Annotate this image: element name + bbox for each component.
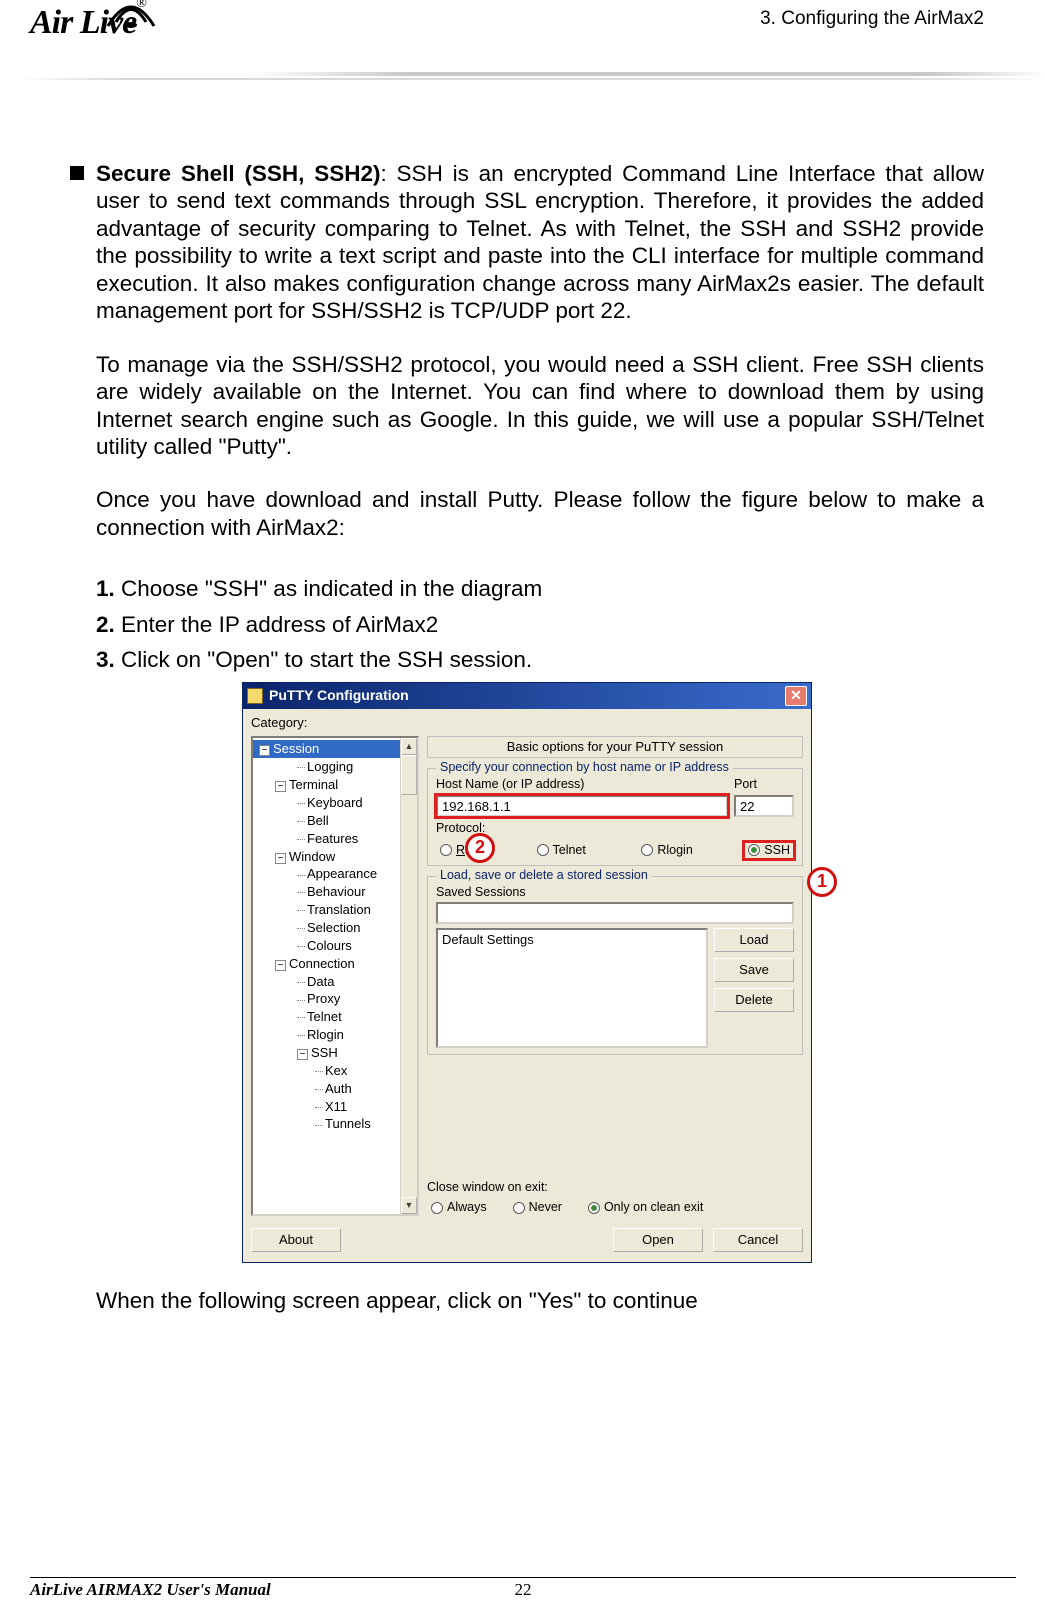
group-sessions: Load, save or delete a stored session Sa… [427, 876, 803, 1055]
page-header: 3. Configuring the AirMax2 Air Live® [0, 0, 1046, 130]
bullet-title: Secure Shell (SSH, SSH2) [96, 161, 381, 186]
putty-body: Category: −Session Logging −Terminal Key… [243, 709, 811, 1263]
tree-translation[interactable]: Translation [253, 901, 417, 919]
after-figure-text: When the following screen appear, click … [96, 1287, 984, 1314]
delete-button[interactable]: Delete [714, 988, 794, 1012]
saved-session-input[interactable] [436, 902, 794, 924]
session-default[interactable]: Default Settings [442, 932, 702, 948]
tree-bell[interactable]: Bell [253, 812, 417, 830]
tree-session[interactable]: −Session [253, 740, 417, 758]
page-footer: AirLive AIRMAX2 User's Manual 22 [30, 1577, 1016, 1600]
tree-data[interactable]: Data [253, 973, 417, 991]
antenna-icon [96, 0, 166, 32]
paragraph-2: To manage via the SSH/SSH2 protocol, you… [96, 351, 984, 461]
tree-keyboard[interactable]: Keyboard [253, 794, 417, 812]
close-button[interactable]: ✕ [785, 686, 807, 706]
tree-x11[interactable]: X11 [253, 1098, 417, 1116]
tree-auth[interactable]: Auth [253, 1080, 417, 1098]
bullet-item: Secure Shell (SSH, SSH2): SSH is an encr… [70, 160, 984, 325]
scroll-down-button[interactable]: ▼ [401, 1197, 417, 1214]
tree-window[interactable]: −Window [253, 848, 417, 866]
paragraph-3: Once you have download and install Putty… [96, 486, 984, 541]
tree-logging[interactable]: Logging [253, 758, 417, 776]
tree-ssh[interactable]: −SSH [253, 1044, 417, 1062]
tree-appearance[interactable]: Appearance [253, 865, 417, 883]
host-label: Host Name (or IP address) [436, 777, 728, 792]
port-input[interactable]: 22 [734, 795, 794, 817]
cancel-button[interactable]: Cancel [713, 1228, 803, 1252]
tree-features[interactable]: Features [253, 830, 417, 848]
radio-always[interactable]: Always [427, 1199, 491, 1216]
radio-clean[interactable]: Only on clean exit [584, 1199, 707, 1216]
exit-label: Close window on exit: [427, 1180, 803, 1195]
category-label: Category: [251, 715, 803, 731]
tree-kex[interactable]: Kex [253, 1062, 417, 1080]
putty-window: PuTTY Configuration ✕ Category: −Session… [242, 682, 812, 1264]
steps-list: 1. Choose "SSH" as indicated in the diag… [96, 575, 984, 673]
header-divider [250, 72, 1046, 76]
scroll-up-button[interactable]: ▲ [401, 738, 417, 755]
callout-2: 2 [465, 833, 495, 863]
putty-icon [247, 688, 263, 704]
brand-logo: Air Live® [30, 4, 147, 42]
header-divider-2 [20, 78, 1046, 80]
category-tree[interactable]: −Session Logging −Terminal Keyboard Bell… [251, 736, 419, 1216]
radio-ssh[interactable]: SSH [744, 842, 794, 859]
tree-behaviour[interactable]: Behaviour [253, 883, 417, 901]
tree-proxy[interactable]: Proxy [253, 990, 417, 1008]
chapter-title: 3. Configuring the AirMax2 [760, 8, 984, 30]
scroll-thumb[interactable] [401, 755, 417, 795]
options-pane: Basic options for your PuTTY session Spe… [427, 736, 803, 1216]
footer-title: AirLive AIRMAX2 User's Manual [30, 1580, 271, 1600]
callout-1: 1 [807, 867, 837, 897]
bottom-buttons: About Open Cancel [251, 1228, 803, 1252]
saved-label: Saved Sessions [436, 885, 794, 900]
tree-rlogin[interactable]: Rlogin [253, 1026, 417, 1044]
protocol-label: Protocol: [436, 821, 794, 836]
about-button[interactable]: About [251, 1228, 341, 1252]
tree-connection[interactable]: −Connection [253, 955, 417, 973]
pane-header: Basic options for your PuTTY session [427, 736, 803, 758]
tree-colours[interactable]: Colours [253, 937, 417, 955]
step-2: 2. Enter the IP address of AirMax2 [96, 611, 984, 638]
bullet-text: Secure Shell (SSH, SSH2): SSH is an encr… [96, 160, 984, 325]
close-icon: ✕ [790, 687, 802, 704]
radio-telnet[interactable]: Telnet [533, 842, 590, 859]
window-title: PuTTY Configuration [269, 687, 785, 704]
tree-terminal[interactable]: −Terminal [253, 776, 417, 794]
session-list[interactable]: Default Settings [436, 928, 708, 1048]
group-connection-title: Specify your connection by host name or … [436, 760, 733, 775]
port-label: Port [734, 777, 794, 792]
group-sessions-title: Load, save or delete a stored session [436, 868, 652, 883]
tree-telnet[interactable]: Telnet [253, 1008, 417, 1026]
open-button[interactable]: Open [613, 1228, 703, 1252]
content-body: Secure Shell (SSH, SSH2): SSH is an encr… [0, 130, 1046, 1315]
square-bullet-icon [70, 166, 84, 180]
registered-mark: ® [136, 0, 147, 11]
radio-rlogin[interactable]: Rlogin [637, 842, 696, 859]
page-number: 22 [515, 1580, 532, 1600]
figure-putty: PuTTY Configuration ✕ Category: −Session… [70, 682, 984, 1264]
tree-tunnels[interactable]: Tunnels [253, 1115, 417, 1133]
load-button[interactable]: Load [714, 928, 794, 952]
tree-selection[interactable]: Selection [253, 919, 417, 937]
titlebar[interactable]: PuTTY Configuration ✕ [243, 683, 811, 709]
step-3: 3. Click on "Open" to start the SSH sess… [96, 646, 984, 673]
save-button[interactable]: Save [714, 958, 794, 982]
radio-never[interactable]: Never [509, 1199, 566, 1216]
tree-scrollbar[interactable]: ▲ ▼ [400, 738, 417, 1214]
step-1: 1. Choose "SSH" as indicated in the diag… [96, 575, 984, 602]
host-input[interactable]: 192.168.1.1 [436, 795, 728, 817]
